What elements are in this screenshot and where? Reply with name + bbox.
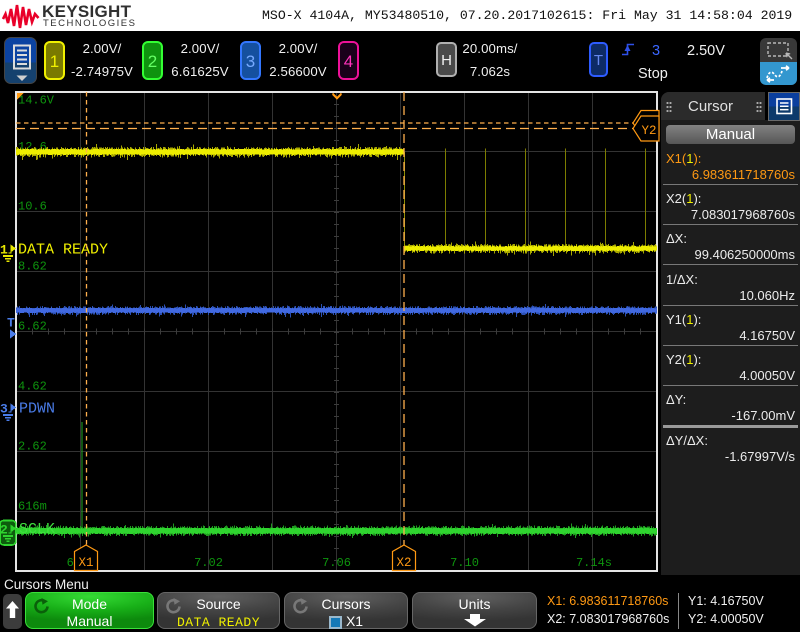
svg-text:4.62: 4.62 bbox=[18, 380, 47, 394]
svg-text:10.6: 10.6 bbox=[18, 200, 47, 214]
svg-text:X1: X1 bbox=[78, 556, 93, 570]
svg-text:SCLK: SCLK bbox=[19, 521, 55, 538]
svg-text:6.62: 6.62 bbox=[18, 320, 47, 334]
svg-text:7.06: 7.06 bbox=[322, 556, 351, 570]
svg-text:T: T bbox=[7, 316, 15, 331]
svg-text:8.62: 8.62 bbox=[18, 260, 47, 274]
svg-text:X2: X2 bbox=[396, 556, 411, 570]
svg-text:PDWN: PDWN bbox=[19, 401, 55, 418]
svg-text:2.62: 2.62 bbox=[18, 440, 47, 454]
svg-text:7.02: 7.02 bbox=[194, 556, 223, 570]
svg-text:7.14s: 7.14s bbox=[576, 556, 612, 570]
svg-text:616m: 616m bbox=[18, 500, 47, 514]
svg-text:DATA READY: DATA READY bbox=[18, 242, 108, 259]
svg-text:7.10: 7.10 bbox=[450, 556, 479, 570]
svg-text:Y2: Y2 bbox=[641, 124, 656, 138]
svg-text:14.6V: 14.6V bbox=[18, 94, 55, 108]
